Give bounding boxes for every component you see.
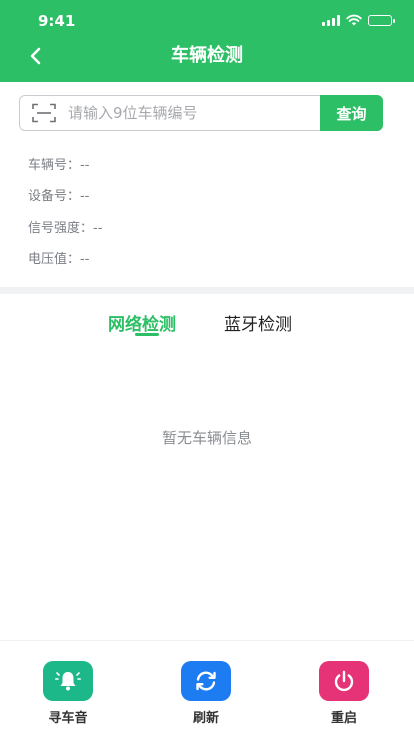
info-label: 电压值：	[28, 252, 81, 267]
info-value: --	[93, 221, 103, 236]
info-value: --	[80, 158, 90, 173]
info-label: 车辆号：	[28, 158, 81, 173]
section-divider	[0, 287, 414, 294]
status-icons	[322, 14, 395, 26]
status-time: 9:41	[38, 12, 76, 30]
query-button[interactable]: 查询	[320, 95, 383, 131]
app-header: 9:41 车辆检测	[0, 0, 414, 82]
empty-state-message: 暂无车辆信息	[161, 429, 252, 447]
info-label: 设备号：	[28, 189, 81, 204]
bell-icon	[43, 661, 93, 701]
action-label: 重启	[330, 711, 357, 726]
bottom-action-bar: 寻车音 刷新 重启	[0, 640, 414, 736]
info-row-device: 设备号：--	[28, 185, 89, 204]
info-value: --	[80, 252, 90, 267]
battery-icon	[368, 14, 395, 26]
wifi-icon	[346, 14, 362, 26]
refresh-button[interactable]: 刷新	[171, 661, 241, 726]
action-label: 寻车音	[48, 711, 88, 726]
status-bar: 9:41	[0, 0, 414, 40]
action-label: 刷新	[192, 711, 219, 726]
scan-icon[interactable]	[32, 103, 56, 123]
refresh-icon	[181, 661, 231, 701]
restart-button[interactable]: 重启	[309, 661, 379, 726]
page-title: 车辆检测	[171, 45, 243, 66]
info-row-vehicle: 车辆号：--	[28, 154, 89, 173]
vehicle-number-input[interactable]	[68, 96, 318, 129]
info-row-signal: 信号强度：--	[28, 217, 102, 236]
info-row-voltage: 电压值：--	[28, 248, 89, 267]
find-car-sound-button[interactable]: 寻车音	[33, 661, 103, 726]
power-icon	[319, 661, 369, 701]
info-label: 信号强度：	[28, 221, 94, 236]
cellular-signal-icon	[322, 14, 340, 26]
tab-network-detection[interactable]: 网络检测	[108, 310, 176, 335]
info-value: --	[80, 189, 90, 204]
tab-bluetooth-detection[interactable]: 蓝牙检测	[224, 310, 292, 335]
active-tab-indicator	[135, 333, 159, 336]
